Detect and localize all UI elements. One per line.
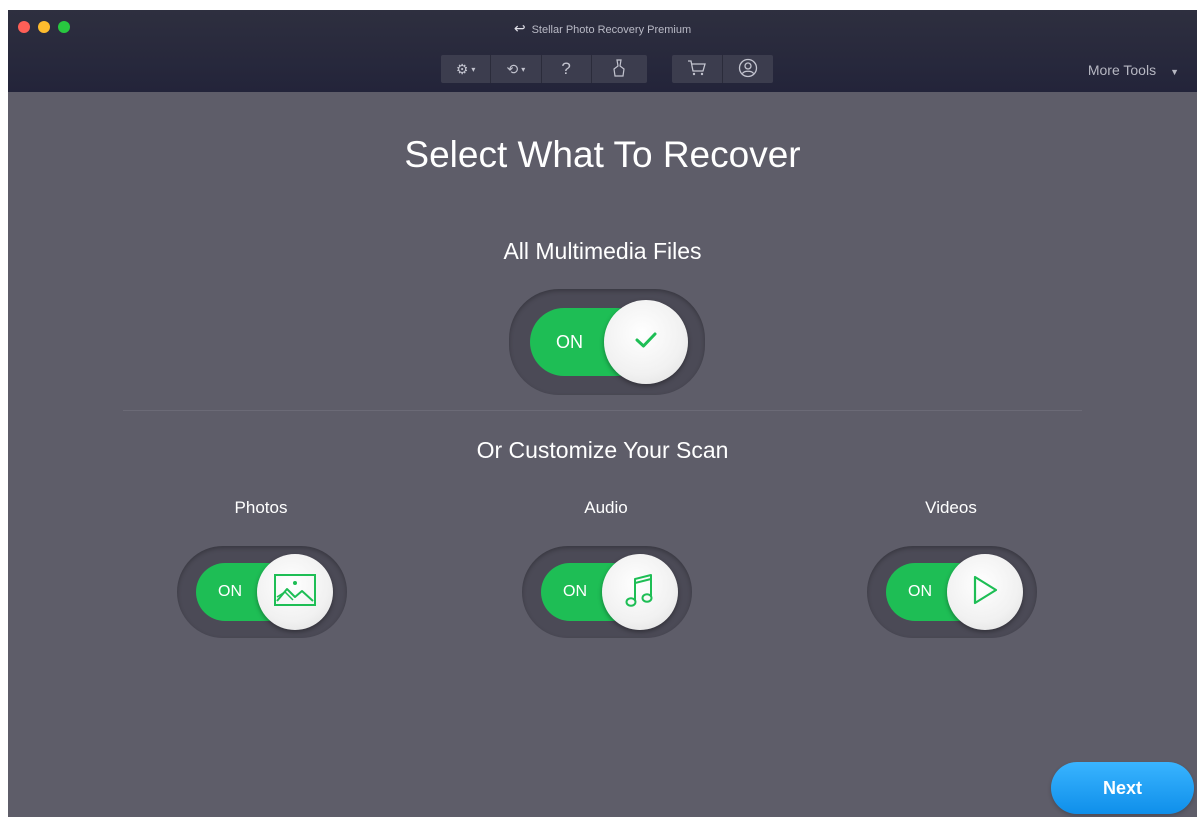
checkmark-icon [633,330,659,355]
clean-icon [611,58,627,80]
audio-label: Audio [584,498,628,517]
all-files-label: All Multimedia Files [503,238,702,264]
chevron-down-icon: ▾ [521,64,526,74]
all-files-toggle[interactable]: ON [509,289,705,395]
play-icon [971,574,999,611]
gear-icon: ⚙ [455,60,469,77]
music-note-icon [625,571,655,614]
history-button[interactable]: ⟲ ▾ [491,55,542,83]
videos-label: Videos [925,498,977,517]
cart-button[interactable] [672,55,723,83]
customize-label: Or Customize Your Scan [476,437,729,463]
toggle-knob [602,554,678,630]
toggle-knob [604,300,688,384]
videos-toggle[interactable]: ON [867,546,1037,638]
chevron-down-icon: ▾ [471,64,476,74]
history-icon: ⟲ [506,60,519,77]
section-divider [123,410,1082,411]
image-icon [273,573,317,612]
toolbar-account [672,55,773,83]
chevron-down-icon: ▼ [1170,67,1179,77]
toggle-state-label: ON [556,332,583,352]
settings-button[interactable]: ⚙ ▾ [441,55,492,83]
cart-icon [687,59,707,79]
toggle-state-label: ON [908,583,932,600]
help-icon: ? [561,59,571,78]
photos-toggle[interactable]: ON [177,546,347,638]
title-bar: ↩ Stellar Photo Recovery Premium ⚙ ▾ ⟲ ▾ ? [8,10,1197,92]
app-window: ↩ Stellar Photo Recovery Premium ⚙ ▾ ⟲ ▾ ? [8,10,1197,817]
back-arrow-icon[interactable]: ↩ [514,20,526,36]
help-button[interactable]: ? [542,55,592,83]
toggle-state-label: ON [563,583,587,600]
next-button[interactable]: Next [1051,762,1194,814]
toggle-state-label: ON [218,583,242,600]
account-icon [738,58,758,81]
toolbar-main: ⚙ ▾ ⟲ ▾ ? [441,55,647,83]
page-title: Select What To Recover [404,134,801,175]
photos-label: Photos [234,498,288,517]
toggle-knob [257,554,333,630]
window-title: ↩ Stellar Photo Recovery Premium [513,20,692,36]
audio-toggle[interactable]: ON [522,546,692,638]
toggle-knob [947,554,1023,630]
account-button[interactable] [723,55,774,83]
clean-button[interactable] [592,55,647,83]
more-tools-menu[interactable]: More Tools ▼ [1088,62,1179,78]
